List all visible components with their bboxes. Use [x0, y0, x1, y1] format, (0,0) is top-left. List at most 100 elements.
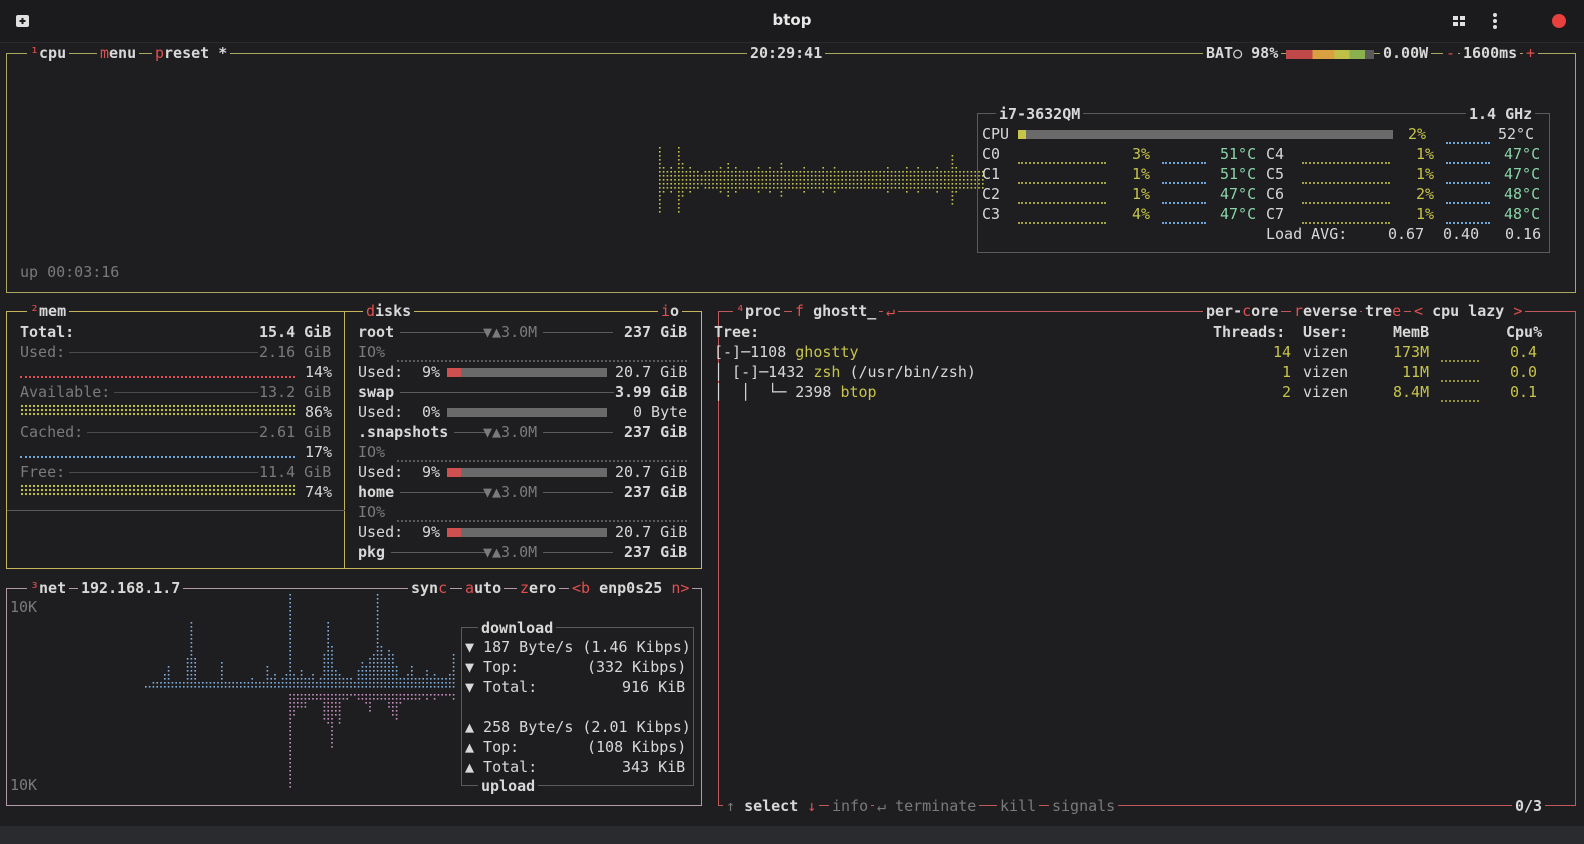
cpu-graph-dot [928, 187, 931, 189]
cpu-graph-dot [746, 171, 748, 173]
net-graph-dot [300, 678, 303, 680]
col-threads[interactable]: Threads: [1213, 322, 1285, 342]
cpu-graph-dot [955, 183, 957, 185]
per-core-toggle[interactable]: per-core [1203, 301, 1282, 321]
menu-button[interactable]: menu [97, 43, 140, 63]
proc-filter[interactable]: f ghostt_ [792, 301, 880, 321]
cpu-tab[interactable]: ¹cpu [27, 43, 70, 63]
cpu-graph-dot [864, 175, 866, 177]
net-graph-dot [293, 698, 295, 700]
sort-selector[interactable]: < cpu lazy > [1411, 301, 1526, 321]
net-tab[interactable]: ³net [27, 578, 70, 598]
cpu-graph-dot [761, 183, 764, 185]
col-memory[interactable]: MemB [1393, 322, 1429, 342]
net-graph-dot [289, 702, 291, 704]
cpu-graph-dot [868, 183, 870, 185]
net-graph-dot [190, 626, 193, 628]
mem-row-graph [20, 404, 295, 416]
col-tree[interactable]: Tree: [714, 322, 759, 342]
net-graph-dot [331, 706, 333, 708]
net-graph-dot [342, 694, 345, 696]
net-graph-dot [304, 698, 307, 700]
interval-increase-button[interactable]: + [1523, 43, 1539, 63]
disks-tab[interactable]: disks [363, 301, 415, 321]
net-graph-dot [384, 678, 386, 680]
cpu-graph-dot [761, 187, 764, 189]
net-graph-dot [224, 682, 227, 684]
net-graph-dot [331, 746, 333, 748]
cpu-graph-dot [970, 171, 973, 173]
cpu-graph-dot [917, 167, 919, 169]
cpu-graph-dot [712, 171, 714, 173]
core-pct: 1% [1416, 145, 1435, 163]
col-cpu[interactable]: Cpu% [1506, 322, 1542, 342]
net-graph-dot [194, 666, 196, 668]
cpu-graph-dot [966, 171, 969, 173]
mem-tab[interactable]: ²mem [27, 301, 70, 321]
net-graph-dot [289, 674, 291, 676]
net-graph-dot [289, 742, 291, 744]
cpu-graph-dot [811, 183, 813, 185]
net-graph-dot [437, 694, 440, 696]
net-graph-dot [335, 682, 337, 684]
cpu-graph-dot [678, 187, 680, 189]
net-graph-dot [452, 662, 455, 664]
cpu-graph-dot [856, 183, 859, 185]
net-auto-toggle[interactable]: auto [462, 578, 505, 598]
net-graph-dot [338, 714, 341, 716]
disk-used-label: Used: [358, 523, 404, 541]
close-icon[interactable] [1548, 10, 1570, 32]
reverse-toggle[interactable]: reverse [1291, 301, 1361, 321]
net-graph-dot [327, 666, 329, 668]
select-button[interactable]: ↑ select ↓ [723, 796, 820, 816]
cpu-graph-dot [932, 183, 935, 185]
net-graph-dot [335, 686, 337, 688]
cpu-graph-dot [750, 187, 752, 189]
col-user[interactable]: User: [1303, 322, 1348, 342]
net-graph-dot [293, 710, 295, 712]
cpu-graph-dot [685, 171, 688, 173]
net-graph-dot [380, 698, 383, 700]
net-graph-dot [365, 670, 367, 672]
terminate-button[interactable]: ↵ terminate [874, 796, 980, 816]
mem-panel: ²mem disks io Total: 15.4 GiB Used: 2.16 … [6, 301, 702, 569]
net-graph-dot [357, 670, 360, 672]
net-graph-dot [327, 698, 329, 700]
cpu-graph-dot [784, 179, 786, 181]
proc-tab[interactable]: ⁴proc [733, 301, 785, 321]
net-graph-dot [376, 662, 379, 664]
cpu-graph-dot [723, 187, 726, 189]
net-graph-dot [190, 622, 193, 624]
net-graph-dot [380, 658, 383, 660]
process-threads: 1 [1282, 363, 1292, 381]
interval-decrease-button[interactable]: - [1443, 43, 1459, 63]
cpu-graph-dot [780, 183, 783, 185]
window-title: btop [772, 11, 812, 29]
signals-button[interactable]: signals [1049, 796, 1119, 816]
net-zero-toggle[interactable]: zero [517, 578, 560, 598]
net-graph-dot [449, 678, 451, 680]
net-graph-dot [289, 730, 291, 732]
cpu-graph-dot [909, 175, 912, 177]
preset-button[interactable]: preset * [152, 43, 231, 63]
io-tab[interactable]: io [658, 301, 683, 321]
net-graph-dot [221, 674, 223, 676]
kebab-menu-icon[interactable] [1484, 10, 1506, 32]
cpu-graph-dot [856, 179, 859, 181]
cpu-graph-dot [917, 183, 919, 185]
net-graph-dot [198, 686, 200, 688]
cpu-graph-dot [780, 171, 783, 173]
net-graph-dot [300, 694, 303, 696]
info-button[interactable]: info [829, 796, 872, 816]
cpu-graph-dot [670, 175, 672, 177]
cpu-graph-dot [678, 155, 680, 157]
cpu-graph-dot [932, 175, 935, 177]
net-iface-selector[interactable]: <b enp0s25 n> [569, 578, 693, 598]
tree-toggle[interactable]: tree [1362, 301, 1405, 321]
filter-enter-icon[interactable]: ↵ [883, 301, 899, 321]
net-graph-dot [327, 686, 329, 688]
kill-button[interactable]: kill [997, 796, 1040, 816]
cpu-graph-dot [814, 187, 817, 189]
grid-icon[interactable] [1448, 10, 1470, 32]
net-graph-dot [190, 638, 193, 640]
